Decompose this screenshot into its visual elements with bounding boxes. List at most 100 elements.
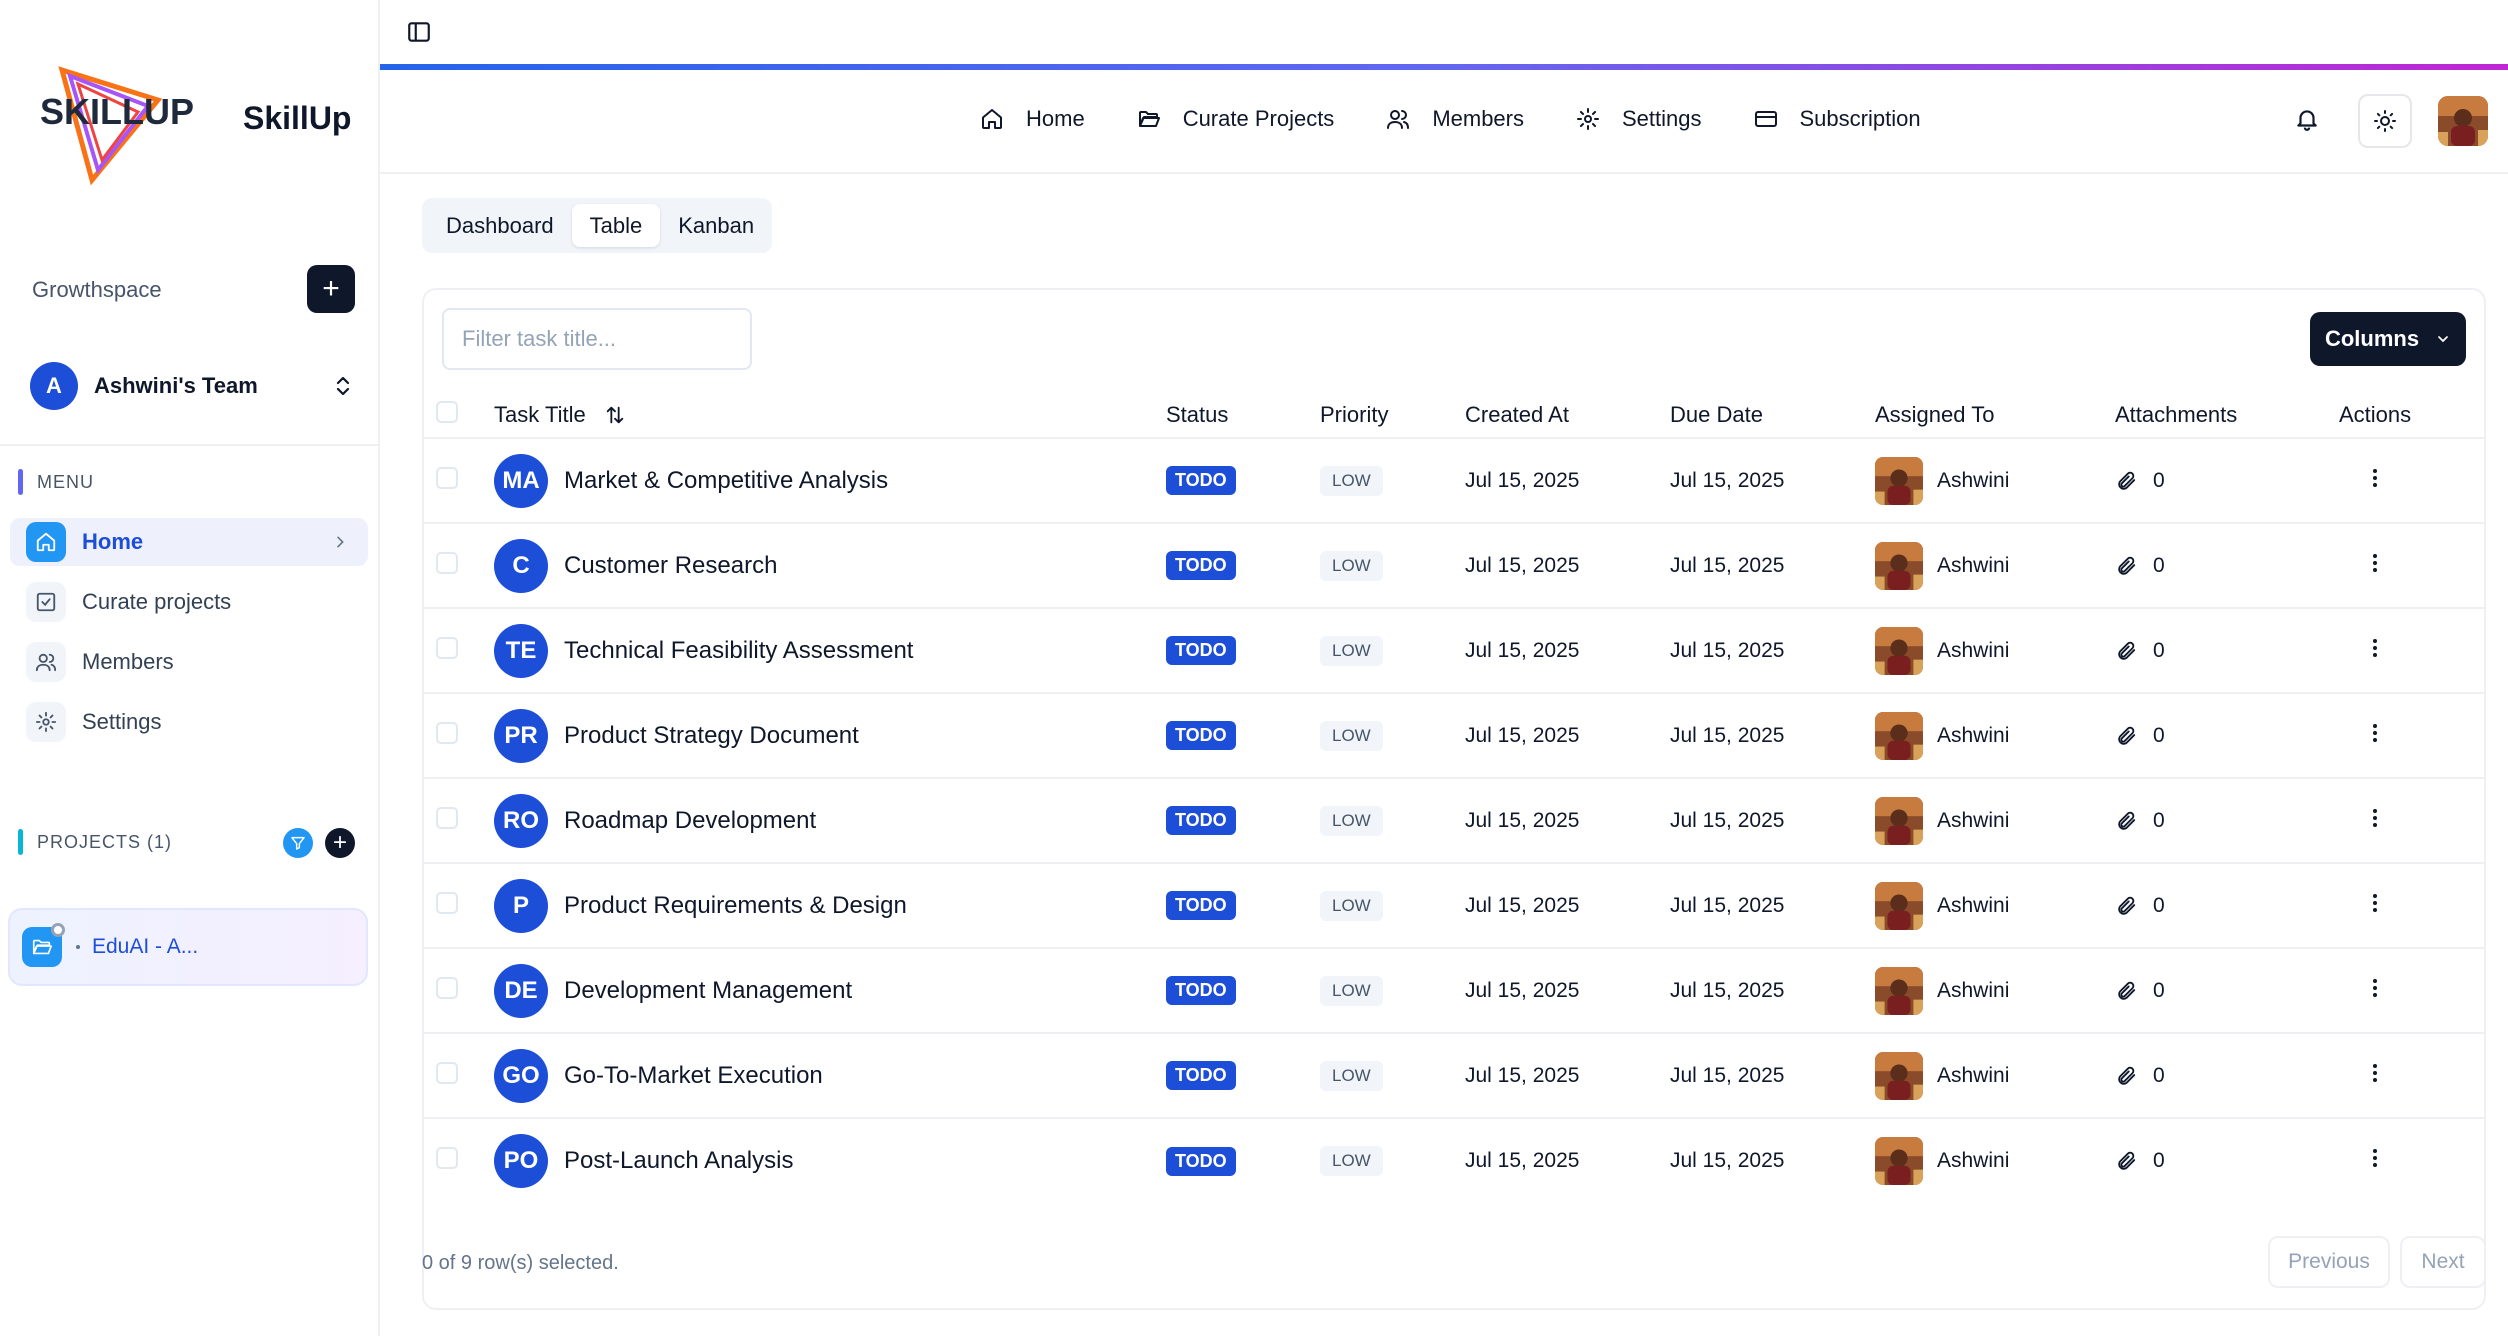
more-vertical-icon[interactable] xyxy=(2363,806,2387,830)
header-created-at: Created At xyxy=(1465,401,1569,427)
task-title[interactable]: Post-Launch Analysis xyxy=(564,1147,793,1175)
tab-table[interactable]: Table xyxy=(571,204,661,247)
task-title[interactable]: Market & Competitive Analysis xyxy=(564,467,888,495)
previous-page-button[interactable]: Previous xyxy=(2268,1236,2390,1288)
created-date: Jul 15, 2025 xyxy=(1465,808,1580,832)
table-row[interactable]: DE Development Management TODO LOW Jul 1… xyxy=(424,947,2484,1033)
row-checkbox[interactable] xyxy=(436,551,458,574)
due-date: Jul 15, 2025 xyxy=(1670,553,1785,577)
table-row[interactable]: GO Go-To-Market Execution TODO LOW Jul 1… xyxy=(424,1032,2484,1118)
status-badge: TODO xyxy=(1166,466,1236,495)
chevrons-up-down-icon xyxy=(336,376,350,396)
tab-dashboard[interactable]: Dashboard xyxy=(428,204,572,247)
table-row[interactable]: TE Technical Feasibility Assessment TODO… xyxy=(424,607,2484,693)
user-avatar[interactable] xyxy=(2438,96,2488,146)
team-switcher[interactable]: A Ashwini's Team xyxy=(30,360,355,412)
home-icon xyxy=(982,109,1002,129)
nav-members[interactable]: Members xyxy=(1386,106,1524,132)
row-checkbox[interactable] xyxy=(436,1061,458,1084)
nav-subscription[interactable]: Subscription xyxy=(1754,106,1921,132)
table-row[interactable]: MA Market & Competitive Analysis TODO LO… xyxy=(424,437,2484,523)
skillup-logo[interactable]: SKILLUP xyxy=(40,62,200,187)
paperclip-icon xyxy=(2118,981,2136,1000)
nav-settings[interactable]: Settings xyxy=(1576,106,1702,132)
task-initials-avatar: PR xyxy=(494,708,548,763)
status-badge: TODO xyxy=(1166,806,1236,835)
theme-toggle-button[interactable] xyxy=(2358,94,2412,148)
row-checkbox[interactable] xyxy=(436,1147,458,1169)
task-title[interactable]: Development Management xyxy=(564,977,852,1005)
row-checkbox[interactable] xyxy=(436,891,458,914)
task-title[interactable]: Roadmap Development xyxy=(564,807,816,835)
project-filter-button[interactable] xyxy=(283,828,313,858)
more-vertical-icon[interactable] xyxy=(2363,891,2387,915)
assignee-avatar xyxy=(1875,1137,1923,1185)
task-title[interactable]: Customer Research xyxy=(564,552,777,580)
priority-badge: LOW xyxy=(1320,635,1383,666)
columns-button[interactable]: Columns xyxy=(2310,312,2466,366)
separator-dot xyxy=(76,945,80,949)
assignee-avatar xyxy=(1875,711,1923,760)
row-checkbox[interactable] xyxy=(436,806,458,829)
sidebar-toggle-icon[interactable] xyxy=(406,19,432,45)
workspace-label: Growthspace xyxy=(32,277,162,302)
attachment-count: 0 xyxy=(2153,1063,2165,1087)
next-page-button[interactable]: Next xyxy=(2400,1236,2486,1288)
task-initials-avatar: RO xyxy=(494,793,548,848)
table-row[interactable]: PO Post-Launch Analysis TODO LOW Jul 15,… xyxy=(424,1117,2484,1203)
attachment-count: 0 xyxy=(2153,893,2165,917)
more-vertical-icon[interactable] xyxy=(2363,1146,2387,1170)
header-task-title[interactable]: Task Title xyxy=(494,398,1166,438)
team-avatar: A xyxy=(30,362,78,410)
task-title[interactable]: Product Requirements & Design xyxy=(564,892,907,920)
row-checkbox[interactable] xyxy=(436,976,458,999)
due-date: Jul 15, 2025 xyxy=(1670,978,1785,1002)
task-title[interactable]: Technical Feasibility Assessment xyxy=(564,637,913,665)
task-title[interactable]: Go-To-Market Execution xyxy=(564,1062,823,1090)
more-vertical-icon[interactable] xyxy=(2363,466,2387,490)
row-checkbox[interactable] xyxy=(436,721,458,744)
table-row[interactable]: P Product Requirements & Design TODO LOW… xyxy=(424,862,2484,948)
status-badge: TODO xyxy=(1166,721,1236,750)
priority-badge: LOW xyxy=(1320,1146,1383,1176)
sidebar-divider xyxy=(0,444,378,446)
more-vertical-icon[interactable] xyxy=(2363,721,2387,745)
tab-kanban[interactable]: Kanban xyxy=(660,204,772,247)
select-all-checkbox[interactable] xyxy=(436,400,458,423)
assignee-name: Ashwini xyxy=(1937,553,2010,577)
add-workspace-button[interactable]: + xyxy=(307,265,355,313)
nav-home[interactable]: Home xyxy=(980,106,1085,132)
created-date: Jul 15, 2025 xyxy=(1465,723,1580,747)
sort-icon xyxy=(606,406,623,423)
task-initials-avatar: MA xyxy=(494,453,548,508)
sidebar-item-members[interactable]: Members xyxy=(10,638,368,686)
table-row[interactable]: PR Product Strategy Document TODO LOW Ju… xyxy=(424,692,2484,778)
row-checkbox[interactable] xyxy=(436,466,458,489)
filter-task-input[interactable] xyxy=(442,308,752,370)
table-header-row: Task Title Status Priority Created At Du… xyxy=(424,398,2484,438)
created-date: Jul 15, 2025 xyxy=(1465,553,1580,577)
header-status: Status xyxy=(1166,401,1229,427)
more-vertical-icon[interactable] xyxy=(2363,551,2387,575)
project-item-eduai[interactable]: EduAI - A... xyxy=(8,908,368,986)
more-vertical-icon[interactable] xyxy=(2363,976,2387,1000)
nav-curate-projects[interactable]: Curate Projects xyxy=(1137,106,1334,132)
attachment-count: 0 xyxy=(2153,638,2165,662)
table-row[interactable]: RO Roadmap Development TODO LOW Jul 15, … xyxy=(424,777,2484,863)
created-date: Jul 15, 2025 xyxy=(1465,978,1580,1002)
more-vertical-icon[interactable] xyxy=(2363,636,2387,660)
add-project-button[interactable]: + xyxy=(325,828,355,858)
more-vertical-icon[interactable] xyxy=(2363,1061,2387,1085)
bell-icon[interactable] xyxy=(2294,106,2320,132)
sidebar-item-curate-projects[interactable]: Curate projects xyxy=(10,578,368,626)
header-due-date: Due Date xyxy=(1670,401,1763,427)
task-title[interactable]: Product Strategy Document xyxy=(564,722,859,750)
sidebar-item-settings[interactable]: Settings xyxy=(10,698,368,746)
plus-icon: + xyxy=(332,829,347,856)
sidebar-item-home[interactable]: Home xyxy=(10,518,368,566)
brand-name: SkillUp xyxy=(243,100,352,136)
table-row[interactable]: C Customer Research TODO LOW Jul 15, 202… xyxy=(424,522,2484,608)
paperclip-icon xyxy=(2118,641,2136,660)
row-checkbox[interactable] xyxy=(436,636,458,659)
priority-badge: LOW xyxy=(1320,805,1383,836)
